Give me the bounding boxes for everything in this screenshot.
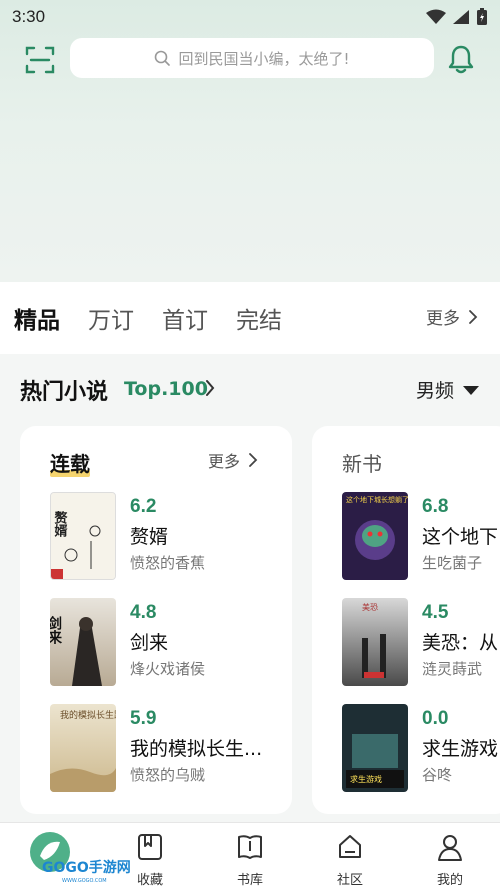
user-icon: [438, 835, 462, 861]
watermark-text: GOGO手游网: [42, 859, 131, 876]
book-cover: 赘婿: [50, 492, 116, 580]
card-more-label: 更多: [208, 452, 241, 471]
signal-icon: [453, 10, 469, 24]
book-item[interactable]: 求生游戏 0.0 求生游戏 谷咚: [342, 704, 500, 794]
book-score: 4.8: [130, 602, 157, 623]
battery-icon: [477, 8, 487, 25]
book-item[interactable]: 美恐 4.5 美恐：从 涟灵蒔武: [342, 598, 500, 688]
book-cover: 美恐: [342, 598, 408, 686]
book-item[interactable]: 这个地下城长想躺了 6.8 这个地下 生吃菌子: [342, 492, 500, 582]
nav-library[interactable]: 书库: [200, 829, 300, 888]
tabs-more-button[interactable]: 更多: [426, 304, 478, 329]
book-score: 5.9: [130, 708, 157, 729]
status-time: 3:30: [12, 7, 46, 26]
book-author: 涟灵蒔武: [422, 660, 483, 678]
wifi-icon: [426, 9, 446, 24]
book-score: 4.5: [422, 602, 449, 623]
book-author: 愤怒的乌贼: [130, 766, 206, 784]
cover-text: 赘婿: [52, 510, 69, 538]
book-title: 赘婿: [130, 526, 169, 548]
tab-wanding[interactable]: 万订: [88, 301, 134, 335]
top100-link[interactable]: Top.100: [124, 378, 208, 400]
tab-wanjie[interactable]: 完结: [236, 301, 282, 335]
book-item[interactable]: 剑来 4.8 剑来 烽火戏诸侯: [50, 598, 310, 688]
nav-community[interactable]: 社区: [300, 829, 400, 888]
book-title: 剑来: [130, 632, 169, 654]
chevron-right-icon: [249, 453, 258, 467]
book-author: 愤怒的香蕉: [130, 554, 206, 572]
card-new-books: 新书 这个地下城长想躺了 6.8 这个地下 生吃菌子 美恐 4.5 美恐：从 涟…: [312, 426, 500, 814]
book-author: 谷咚: [422, 766, 453, 784]
search-input[interactable]: 回到民国当小编，太绝了!: [70, 38, 434, 78]
status-icons: [426, 8, 488, 26]
hot-novels-header: 热门小说 Top.100 男频: [0, 368, 500, 412]
gender-label: 男频: [416, 380, 455, 402]
community-icon: [339, 835, 361, 858]
book-item[interactable]: 我的模拟长生路 5.9 我的模拟长生... 愤怒的乌贼: [50, 704, 310, 794]
bell-icon[interactable]: [446, 43, 476, 75]
book-score: 6.8: [422, 496, 449, 517]
nav-profile[interactable]: 我的: [400, 829, 500, 888]
book-title: 美恐：从: [422, 632, 499, 654]
section-title: 热门小说: [20, 380, 109, 405]
book-score: 6.2: [130, 496, 157, 517]
book-cover: 剑来: [50, 598, 116, 686]
chevron-right-icon[interactable]: [204, 378, 216, 398]
category-tabs: 精品 万订 首订 完结 更多: [0, 282, 500, 354]
search-row: 回到民国当小编，太绝了!: [0, 38, 500, 80]
cover-text: 剑来: [50, 615, 63, 645]
cover-text: 美恐: [362, 602, 378, 612]
nav-label: 书库: [236, 873, 263, 888]
book-author: 生吃菌子: [422, 554, 483, 572]
book-author: 烽火戏诸侯: [130, 660, 206, 678]
watermark-logo: GOGO手游网 WWW.GOGO.COM: [30, 832, 131, 884]
book-open-icon: [238, 835, 262, 859]
scan-icon[interactable]: [24, 44, 56, 76]
chevron-right-icon: [469, 309, 478, 324]
card-more-button[interactable]: 更多: [208, 448, 258, 472]
book-cover: 这个地下城长想躺了: [342, 492, 408, 580]
book-score: 0.0: [422, 708, 449, 729]
book-title: 我的模拟长生...: [130, 738, 263, 760]
cover-text: 这个地下城长想躺了: [346, 495, 408, 504]
nav-label: 我的: [436, 873, 463, 888]
book-item[interactable]: 赘婿 6.2 赘婿 愤怒的香蕉: [50, 492, 310, 582]
tab-shouding[interactable]: 首订: [162, 301, 208, 335]
nav-label: 社区: [336, 873, 363, 888]
book-title: 这个地下: [422, 526, 499, 548]
tabs-more-label: 更多: [426, 309, 460, 329]
card-serializing: 连载 更多 赘婿 6.2 赘婿 愤怒的香蕉 剑来 4.8 剑来 烽火戏诸侯 我的…: [20, 426, 292, 814]
watermark-sub: WWW.GOGO.COM: [62, 878, 107, 884]
caret-down-icon: [463, 385, 480, 395]
tab-jingpin[interactable]: 精品: [14, 301, 60, 335]
cover-text: 我的模拟长生路: [60, 709, 116, 721]
book-cover: 求生游戏: [342, 704, 408, 792]
card-title[interactable]: 新书: [342, 448, 382, 477]
book-title: 求生游戏: [422, 738, 499, 760]
card-title[interactable]: 连载: [50, 448, 90, 477]
status-bar: 3:30: [0, 0, 500, 34]
book-cover: 我的模拟长生路: [50, 704, 116, 792]
search-icon: [155, 50, 171, 66]
gender-select[interactable]: 男频: [416, 376, 480, 403]
search-placeholder: 回到民国当小编，太绝了!: [178, 49, 350, 68]
cover-text: 求生游戏: [350, 774, 382, 784]
